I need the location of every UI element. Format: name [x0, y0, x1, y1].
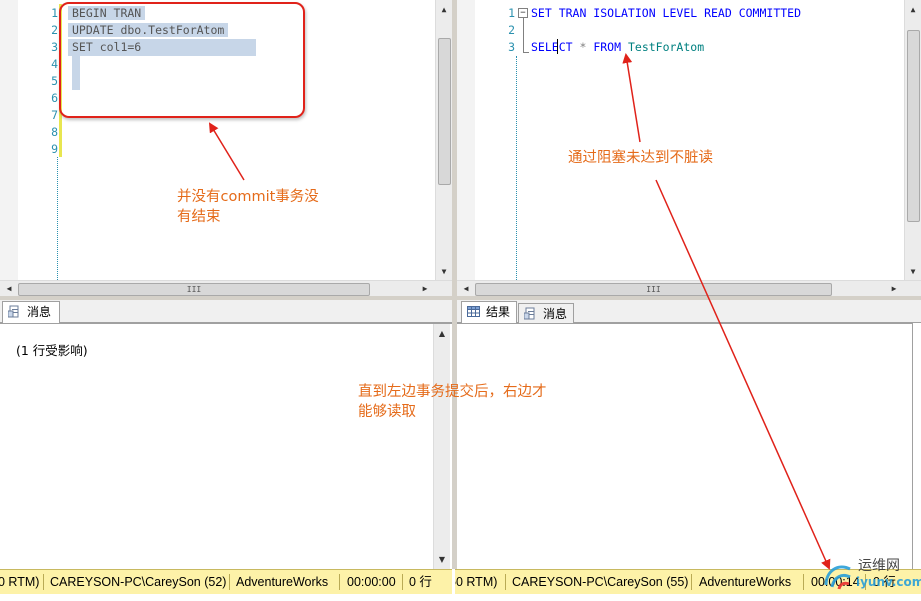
- code-line: SET TRAN ISOLATION LEVEL READ COMMITTED: [531, 6, 802, 20]
- status-separator: [339, 574, 340, 590]
- keyword-from: FROM: [593, 40, 622, 54]
- annotation-line: 有结束: [177, 209, 221, 225]
- connection-info: CAREYSON-PC\CareySon (55): [512, 575, 689, 589]
- line-number: 5: [51, 74, 58, 88]
- left-editor-hscrollbar[interactable]: ◀ III ▶: [0, 280, 452, 297]
- scroll-right-icon[interactable]: ▶: [418, 281, 432, 297]
- status-separator: [505, 574, 506, 590]
- outline-guide: [523, 18, 529, 53]
- scroll-down-icon[interactable]: ▼: [435, 552, 449, 568]
- text-cursor: [557, 39, 558, 54]
- right-editor-vscrollbar[interactable]: ▲ ▼: [904, 0, 921, 282]
- tab-label: 消息: [543, 307, 568, 321]
- operator-star: *: [572, 40, 594, 54]
- elapsed-time: 00:00:00: [347, 575, 396, 589]
- line-number: 7: [51, 108, 58, 122]
- highlight-box: [59, 2, 305, 118]
- indent-guide: [516, 56, 517, 282]
- scroll-thumb[interactable]: [438, 38, 451, 185]
- line-number: 1: [51, 6, 58, 20]
- collapse-icon[interactable]: −: [518, 8, 528, 18]
- scroll-left-icon[interactable]: ◀: [2, 281, 16, 297]
- annotation-line: 能够读取: [358, 404, 416, 420]
- bottom-annotation: 直到左边事务提交后，右边才 能够读取: [358, 382, 547, 422]
- right-editor-hscrollbar[interactable]: ◀ III ▶: [457, 280, 921, 297]
- grid-icon: [467, 306, 480, 317]
- keyword-select: SELECT: [531, 40, 573, 54]
- tab-results[interactable]: 结果: [461, 301, 517, 323]
- connection-info: CAREYSON-PC\CareySon (52): [50, 575, 227, 589]
- scroll-thumb[interactable]: III: [475, 283, 832, 296]
- right-results-pane: [457, 323, 913, 570]
- scroll-down-icon[interactable]: ▼: [437, 264, 451, 280]
- indent-guide: [57, 157, 58, 282]
- tab-label: 结果: [486, 305, 511, 319]
- scroll-up-icon[interactable]: ▲: [435, 326, 449, 342]
- status-separator: [229, 574, 230, 590]
- left-status-bar: 0 RTM) CAREYSON-PC\CareySon (52) Adventu…: [0, 569, 452, 594]
- line-number: 9: [51, 142, 58, 156]
- server-version: 0 RTM): [0, 575, 40, 589]
- scroll-down-icon[interactable]: ▼: [906, 264, 920, 280]
- status-separator: [43, 574, 44, 590]
- status-separator: [402, 574, 403, 590]
- row-count: 0 行: [409, 575, 432, 589]
- left-line-margin: [0, 0, 18, 282]
- watermark-brand: 运维网: [858, 558, 900, 574]
- left-annotation: 并没有commit事务没 有结束: [177, 187, 319, 227]
- line-number: 6: [51, 91, 58, 105]
- line-number: 1: [508, 6, 515, 20]
- left-line-numbers: 1 2 3 4 5 6 7 8 9: [18, 5, 58, 158]
- message-text: (1 行受影响): [16, 343, 88, 358]
- scroll-up-icon[interactable]: ▲: [437, 2, 451, 18]
- scroll-right-icon[interactable]: ▶: [887, 281, 901, 297]
- left-results-tabstrip: [0, 300, 452, 323]
- scroll-thumb[interactable]: III: [18, 283, 370, 296]
- status-separator: [803, 574, 804, 590]
- right-annotation: 通过阻塞未达到不脏读: [568, 148, 713, 168]
- annotation-line: 直到左边事务提交后，右边才: [358, 384, 547, 400]
- right-code-area[interactable]: SET TRAN ISOLATION LEVEL READ COMMITTED …: [531, 5, 801, 56]
- table-name: TestForAtom: [627, 40, 705, 54]
- scroll-left-icon[interactable]: ◀: [459, 281, 473, 297]
- annotation-line: 通过阻塞未达到不脏读: [568, 150, 713, 166]
- line-number: 3: [51, 40, 58, 54]
- scroll-thumb[interactable]: [907, 30, 920, 222]
- messages-icon: [8, 305, 19, 318]
- left-messages-pane: (1 行受影响) ▲ ▼: [0, 323, 452, 570]
- right-line-margin: [457, 0, 475, 282]
- line-number: 8: [51, 125, 58, 139]
- right-line-numbers: 1 2 3: [475, 5, 515, 56]
- status-separator: [691, 574, 692, 590]
- tab-messages[interactable]: 消息: [2, 301, 60, 323]
- line-number: 4: [51, 57, 58, 71]
- watermark-logo-icon: [824, 565, 851, 590]
- annotation-line: 并没有commit事务没: [177, 189, 319, 205]
- tab-label: 消息: [27, 305, 52, 319]
- line-number: 3: [508, 40, 515, 54]
- tab-messages[interactable]: 消息: [518, 303, 574, 323]
- line-number: 2: [51, 23, 58, 37]
- messages-vscrollbar[interactable]: ▲ ▼: [433, 324, 450, 570]
- scroll-up-icon[interactable]: ▲: [906, 2, 920, 18]
- server-version: 50 RTM): [455, 575, 498, 589]
- watermark: 运维网 iyunv.com: [822, 553, 921, 597]
- database-name: AdventureWorks: [236, 575, 329, 589]
- left-editor-vscrollbar[interactable]: ▲ ▼: [435, 0, 452, 282]
- database-name: AdventureWorks: [699, 575, 792, 589]
- messages-icon: [524, 307, 535, 320]
- line-number: 2: [508, 23, 515, 37]
- watermark-url: iyunv.com: [856, 575, 921, 589]
